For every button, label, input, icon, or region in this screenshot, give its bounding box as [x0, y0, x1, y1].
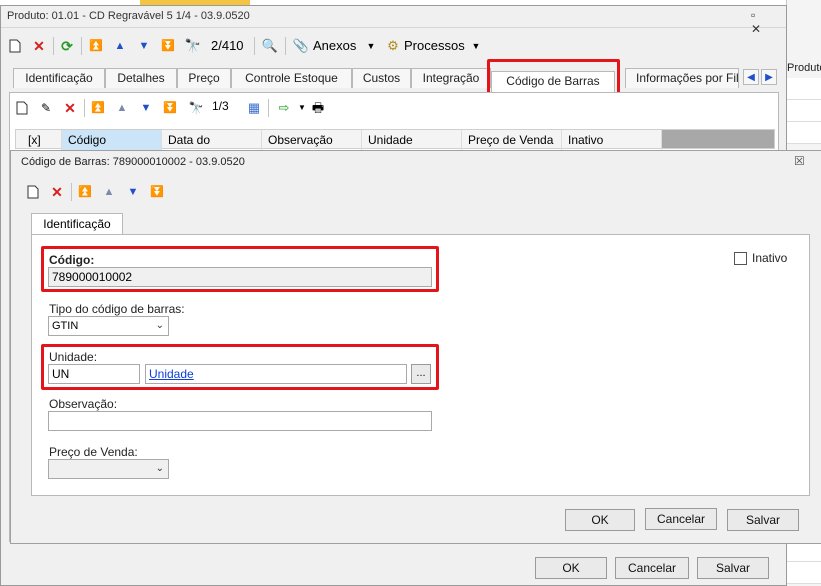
binoculars-icon[interactable]: 🔭: [185, 38, 201, 54]
anexos-menu[interactable]: Anexos: [313, 38, 356, 53]
grid-col-data[interactable]: Data do: [162, 130, 262, 150]
grid-col-codigo[interactable]: Código: [62, 130, 162, 150]
print-icon[interactable]: 🖶: [310, 100, 326, 116]
delete-icon[interactable]: ✕: [31, 38, 47, 54]
new-record-icon[interactable]: [14, 100, 30, 116]
sub-record-counter: 1/3: [212, 99, 229, 113]
main-toolbar: ✕ ⟳ ⏫ ▲ ▼ ⏬ 🔭 2/410 🔍 📎 Anexos ▼ ⚙ Proce…: [1, 33, 786, 59]
tab-integracao[interactable]: Integração: [411, 68, 491, 88]
window-titlebar: Produto: 01.01 - CD Regravável 5 1/4 - 0…: [1, 6, 786, 36]
gears-icon[interactable]: ⚙: [385, 38, 401, 54]
grid-header: [x] Código Data do Observação Unidade Pr…: [15, 129, 775, 150]
next-icon[interactable]: ▼: [138, 100, 154, 116]
dialog-tab-identificacao[interactable]: Identificação: [31, 213, 123, 235]
tab-controle-estoque[interactable]: Controle Estoque: [231, 68, 352, 88]
preco-venda-select[interactable]: ⌄: [48, 459, 169, 479]
grid-col-observacao[interactable]: Observação: [262, 130, 362, 150]
dialog-next-icon[interactable]: ▼: [125, 184, 141, 200]
last-icon[interactable]: ⏬: [162, 100, 178, 116]
window-title: Produto: 01.01 - CD Regravável 5 1/4 - 0…: [7, 10, 250, 22]
grid-col-preco-venda[interactable]: Preço de Venda: [462, 130, 562, 150]
main-cancel-button[interactable]: Cancelar: [615, 557, 689, 579]
grid-col-unidade[interactable]: Unidade: [362, 130, 462, 150]
observacao-label: Observação:: [49, 397, 118, 411]
prev-icon[interactable]: ▲: [114, 100, 130, 116]
dialog-first-icon[interactable]: ⏫: [77, 184, 93, 200]
export-icon[interactable]: ⇨: [276, 100, 292, 116]
export-dropdown-icon[interactable]: ▼: [294, 100, 310, 116]
dialog-prev-icon[interactable]: ▲: [101, 184, 117, 200]
tipo-select[interactable]: GTIN ⌄: [48, 316, 169, 336]
edit-record-icon[interactable]: ✎: [38, 100, 54, 116]
main-ok-button[interactable]: OK: [535, 557, 607, 579]
zoom-search-icon[interactable]: 🔍: [262, 38, 278, 54]
dialog-new-icon[interactable]: [25, 184, 41, 200]
tipo-select-value: GTIN: [52, 320, 79, 332]
refresh-icon[interactable]: ⟳: [59, 38, 75, 54]
paperclip-icon[interactable]: 📎: [293, 38, 309, 54]
inativo-checkbox[interactable]: [734, 252, 747, 265]
tab-custos[interactable]: Custos: [352, 68, 411, 88]
tab-preco[interactable]: Preço: [177, 68, 231, 88]
next-record-icon[interactable]: ▼: [136, 38, 152, 54]
dialog-save-button[interactable]: Salvar: [727, 509, 799, 531]
dialog-last-icon[interactable]: ⏬: [149, 184, 165, 200]
tab-informacoes-por-filial[interactable]: Informações por Fili: [625, 68, 739, 88]
grid-col-select[interactable]: [x]: [16, 130, 62, 150]
tab-detalhes[interactable]: Detalhes: [105, 68, 177, 88]
new-document-icon[interactable]: [7, 38, 23, 54]
tab-scroll-right-icon[interactable]: ▶: [761, 69, 777, 85]
grid-view-icon[interactable]: ▦: [246, 100, 262, 116]
dialog-form-panel: Código: 789000010002 Inativo Tipo do cód…: [31, 234, 810, 496]
dialog-toolbar: ✕ ⏫ ▲ ▼ ⏬: [11, 181, 211, 203]
processos-menu[interactable]: Processos: [404, 38, 465, 53]
grid-header-filler: [662, 130, 774, 148]
codigo-highlight: [41, 246, 439, 292]
grid-col-inativo[interactable]: Inativo: [562, 130, 662, 150]
tab-scroll-left-icon[interactable]: ◀: [743, 69, 759, 85]
delete-record-icon[interactable]: ✕: [62, 100, 78, 116]
dialog-title: Código de Barras: 789000010002 - 03.9.05…: [21, 156, 245, 168]
first-icon[interactable]: ⏫: [90, 100, 106, 116]
record-counter: 2/410: [211, 38, 244, 53]
background-column-label: Produto: [787, 62, 821, 74]
dialog-delete-icon[interactable]: ✕: [49, 184, 65, 200]
chevron-down-icon: ⌄: [155, 463, 164, 474]
codigo-de-barras-dialog: Código de Barras: 789000010002 - 03.9.05…: [10, 150, 821, 544]
find-icon[interactable]: 🔭: [188, 100, 204, 116]
dialog-close-icon[interactable]: ☒: [794, 154, 805, 168]
previous-record-icon[interactable]: ▲: [112, 38, 128, 54]
observacao-field[interactable]: [48, 411, 432, 431]
inativo-label: Inativo: [752, 251, 788, 265]
processos-dropdown-icon[interactable]: ▼: [468, 38, 484, 54]
anexos-dropdown-icon[interactable]: ▼: [363, 38, 379, 54]
first-record-icon[interactable]: ⏫: [88, 38, 104, 54]
sub-toolbar: ✎ ✕ ⏫ ▲ ▼ ⏬ 🔭 1/3 ▦ ⇨ ▼ 🖶: [10, 97, 778, 119]
preco-venda-label: Preço de Venda:: [49, 445, 138, 459]
last-record-icon[interactable]: ⏬: [160, 38, 176, 54]
window-controls[interactable]: ▫ ✕: [751, 8, 786, 36]
tipo-label: Tipo do código de barras:: [49, 302, 185, 316]
main-save-button[interactable]: Salvar: [697, 557, 769, 579]
chevron-down-icon: ⌄: [155, 320, 164, 331]
tab-identificacao[interactable]: Identificação: [13, 68, 105, 88]
unidade-highlight: [41, 344, 439, 390]
dialog-ok-button[interactable]: OK: [565, 509, 635, 531]
dialog-cancel-button[interactable]: Cancelar: [645, 508, 717, 530]
